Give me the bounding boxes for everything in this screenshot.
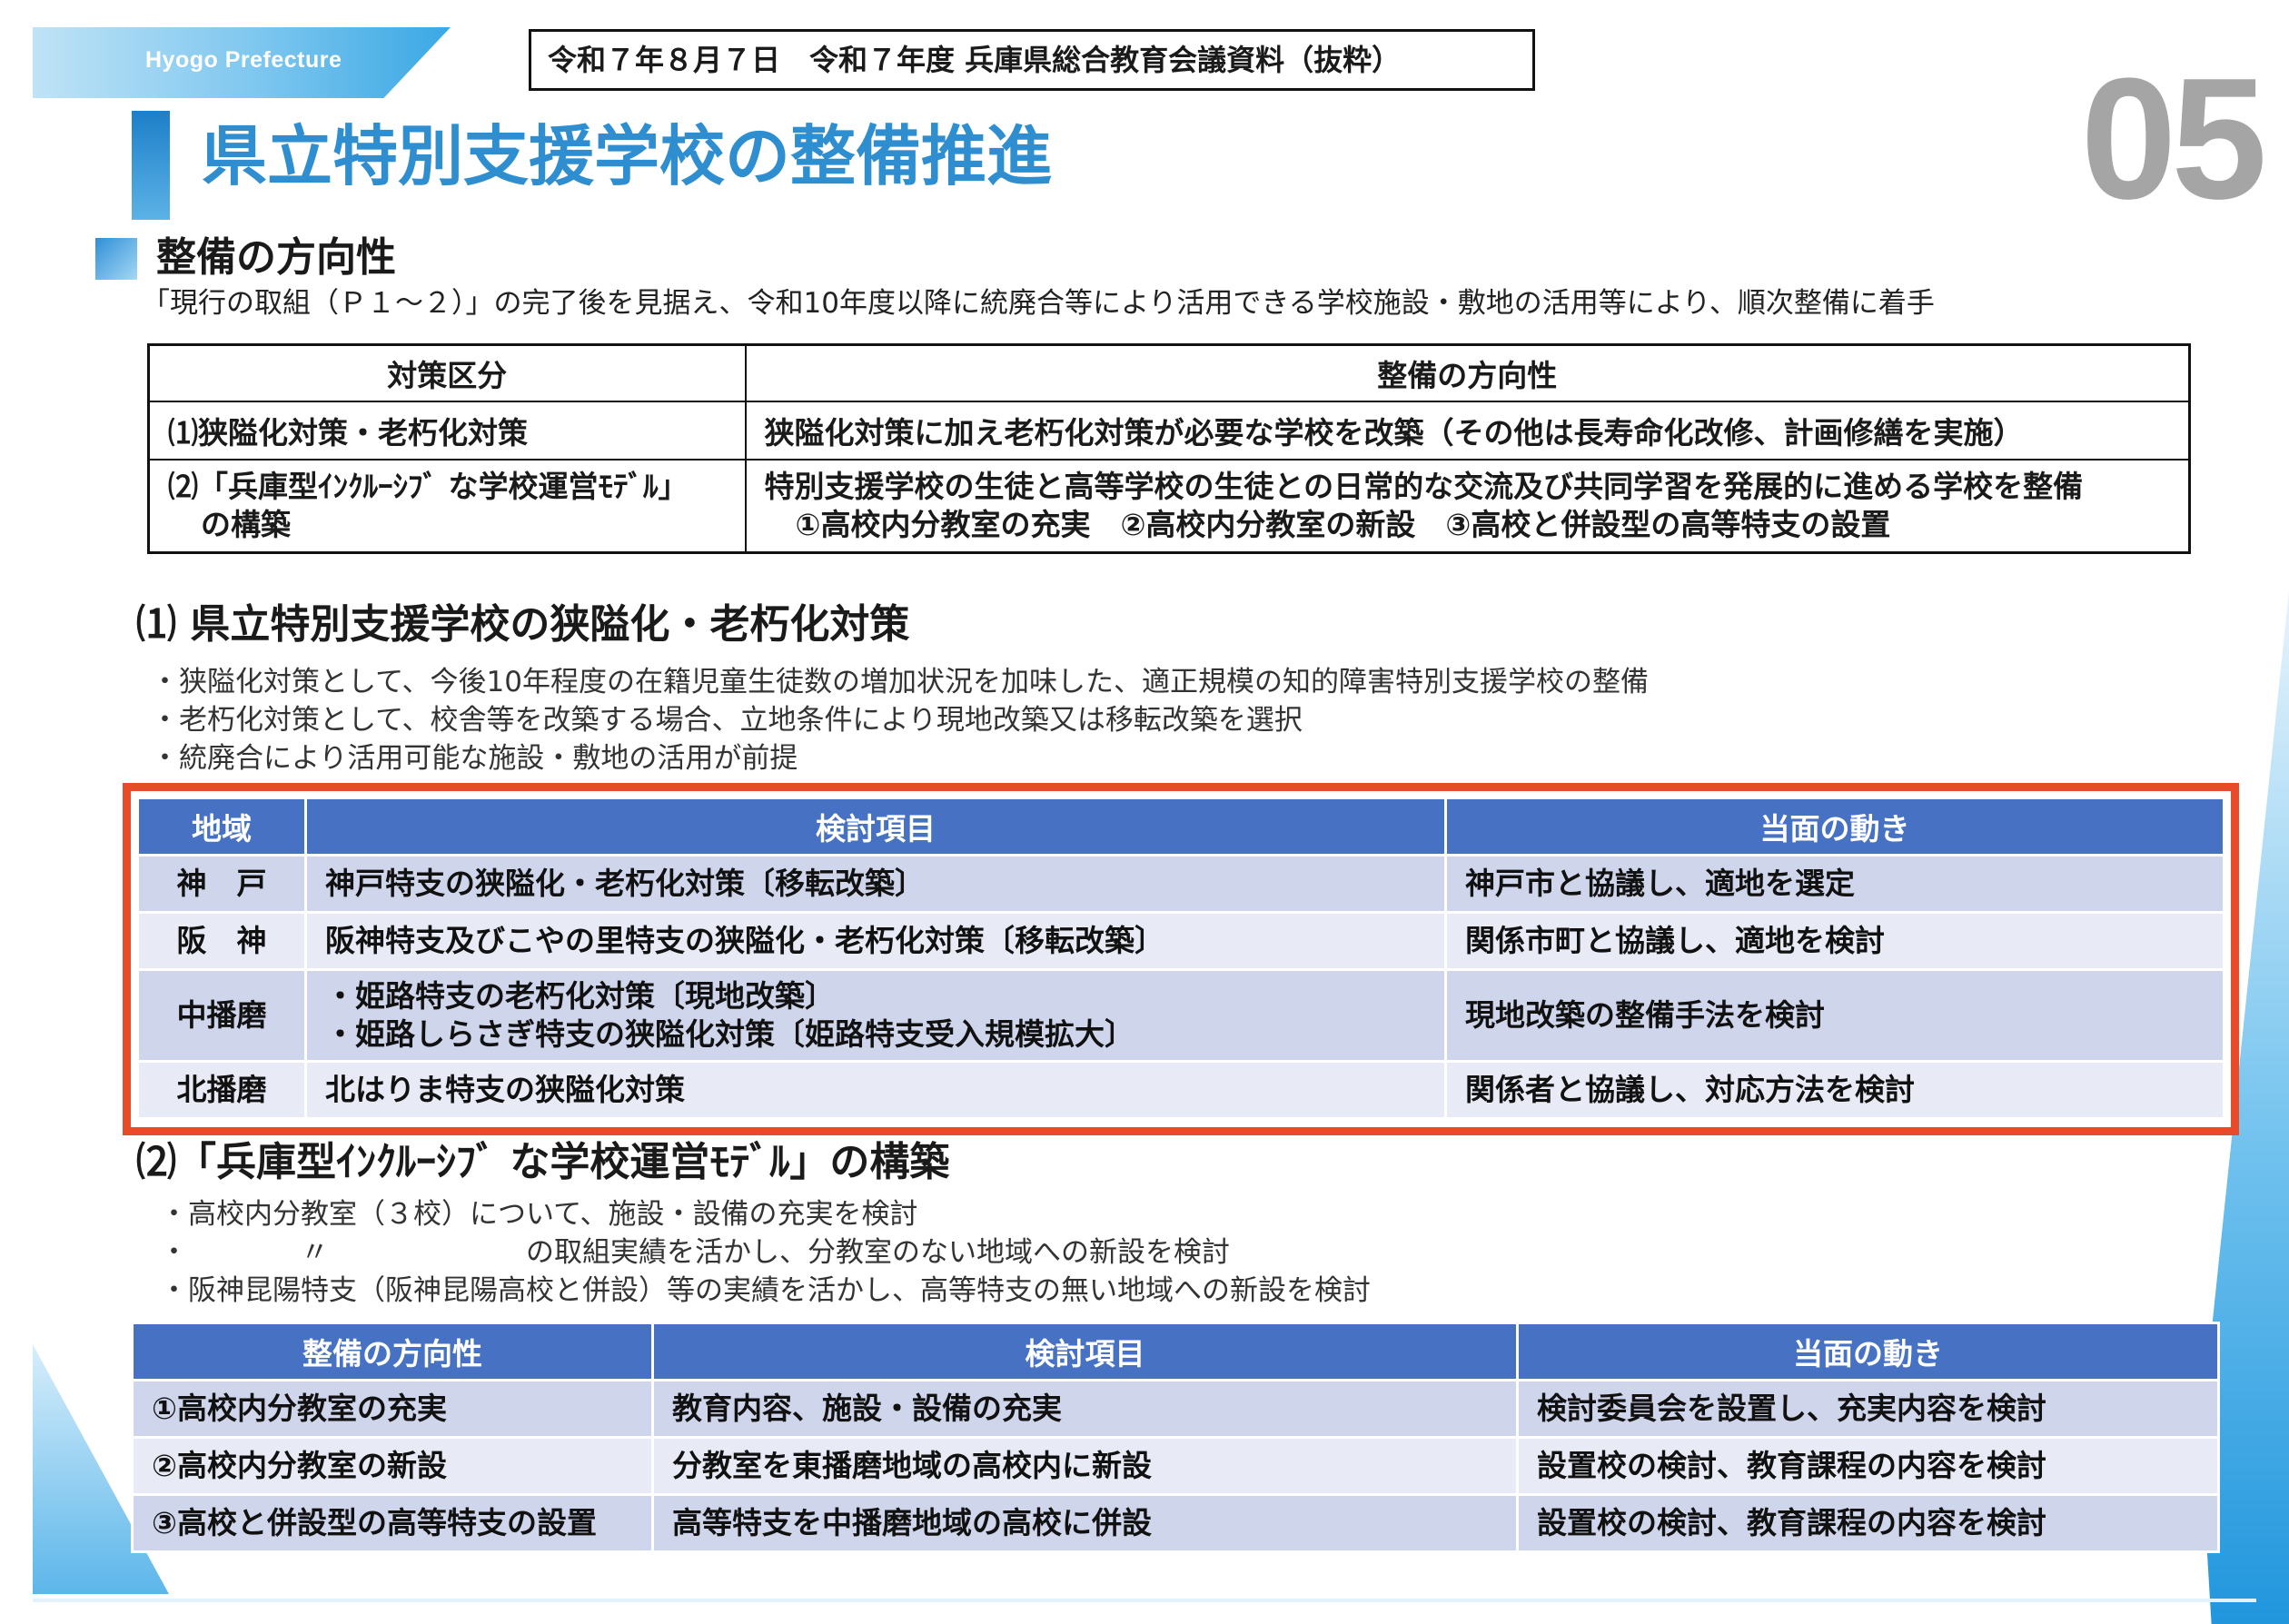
region-cell: 北播磨 (136, 1060, 307, 1120)
item-cell: 教育内容、施設・設備の充実 (651, 1379, 1519, 1439)
cell-line: ⑵「兵庫型ｲﾝｸﾙｰｼﾌﾞ な学校運営ﾓﾃﾞﾙ」 (168, 469, 689, 504)
action-cell: 現地改築の整備手法を検討 (1444, 968, 2225, 1063)
region-cell: 中播磨 (136, 968, 307, 1063)
section2-heading: ⑵「兵庫型ｲﾝｸﾙｰｼﾌﾞ な学校運営ﾓﾃﾞﾙ」の構築 (136, 1139, 950, 1185)
column-header: 整備の方向性 (131, 1322, 654, 1381)
column-header: 検討項目 (651, 1322, 1519, 1381)
table-cell: 狭隘化対策に加え老朽化対策が必要な学校を改築（その他は長寿命化改修、計画修繕を実… (744, 401, 2191, 460)
table-cell: 特別支援学校の生徒と高等学校の生徒との日常的な交流及び共同学習を発展的に進める学… (744, 459, 2191, 554)
table-row: 中播磨 ・姫路特支の老朽化対策〔現地改築〕 ・姫路しらさぎ特支の狭隘化対策〔姫路… (136, 968, 2225, 1063)
section1-bullet: ・老朽化対策として、校舎等を改築する場合、立地条件により現地改築又は移転改築を選… (151, 704, 1303, 737)
direction-heading: 整備の方向性 (156, 234, 396, 281)
action-cell: 設置校の検討、教育課程の内容を検討 (1516, 1493, 2220, 1553)
section1-bullet: ・統廃合により活用可能な施設・敷地の活用が前提 (151, 742, 798, 775)
cell-line: 特別支援学校の生徒と高等学校の生徒との日常的な交流及び共同学習を発展的に進める学… (764, 469, 2084, 504)
item-cell: 高等特支を中播磨地域の高校に併設 (651, 1493, 1519, 1553)
action-cell: 関係者と協議し、対応方法を検討 (1444, 1060, 2225, 1120)
title-accent-bar (132, 111, 170, 220)
direction-cell: ③高校と併設型の高等特支の設置 (131, 1493, 654, 1553)
cell-line: ・姫路しらさぎ特支の狭隘化対策〔姫路特支受入規模拡大〕 (325, 1016, 1135, 1052)
table-row: ①高校内分教室の充実 教育内容、施設・設備の充実 検討委員会を設置し、充実内容を… (131, 1379, 2220, 1439)
cell-line: の構築 (201, 507, 291, 542)
table-row: ③高校と併設型の高等特支の設置 高等特支を中播磨地域の高校に併設 設置校の検討、… (131, 1493, 2220, 1553)
direction-table: 対策区分 整備の方向性 ⑴狭隘化対策・老朽化対策 狭隘化対策に加え老朽化対策が必… (147, 343, 2191, 554)
table-header-row: 対策区分 整備の方向性 (147, 343, 2191, 402)
column-header: 当面の動き (1516, 1322, 2220, 1381)
table-header-row: 地域 検討項目 当面の動き (136, 797, 2225, 857)
table-row: 北播磨 北はりま特支の狭隘化対策 関係者と協議し、対応方法を検討 (136, 1060, 2225, 1120)
table-row: ⑴狭隘化対策・老朽化対策 狭隘化対策に加え老朽化対策が必要な学校を改築（その他は… (147, 401, 2191, 460)
table-row: 阪 神 阪神特支及びこやの里特支の狭隘化・老朽化対策〔移転改築〕 関係市町と協議… (136, 911, 2225, 971)
page-title: 県立特別支援学校の整備推進 (202, 118, 1053, 194)
section1-heading: ⑴ 県立特別支援学校の狭隘化・老朽化対策 (136, 601, 910, 648)
region-cell: 阪 神 (136, 911, 307, 971)
direction-cell: ①高校内分教室の充実 (131, 1379, 654, 1439)
table-row: ②高校内分教室の新設 分教室を東播磨地域の高校内に新設 設置校の検討、教育課程の… (131, 1436, 2220, 1496)
table-cell: ⑴狭隘化対策・老朽化対策 (147, 401, 747, 460)
section2-bullet: ・高校内分教室（３校）について、施設・設備の充実を検討 (160, 1198, 918, 1231)
item-cell: 北はりま特支の狭隘化対策 (304, 1060, 1447, 1120)
cell-line: ・姫路特支の老朽化対策〔現地改築〕 (325, 978, 835, 1014)
column-header: 整備の方向性 (744, 343, 2191, 402)
item-cell: 阪神特支及びこやの里特支の狭隘化・老朽化対策〔移転改築〕 (304, 911, 1447, 971)
item-cell: 分教室を東播磨地域の高校内に新設 (651, 1436, 1519, 1496)
action-cell: 設置校の検討、教育課程の内容を検討 (1516, 1436, 2220, 1496)
direction-description: 「現行の取組（Ｐ１～２）」の完了後を見据え、令和10年度以降に統廃合等により活用… (142, 287, 1935, 320)
section1-bullet: ・狭隘化対策として、今後10年程度の在籍児童生徒数の増加状況を加味した、適正規模… (151, 666, 1649, 698)
item-cell: ・姫路特支の老朽化対策〔現地改築〕 ・姫路しらさぎ特支の狭隘化対策〔姫路特支受入… (304, 968, 1447, 1063)
region-cell: 神 戸 (136, 854, 307, 914)
action-cell: 関係市町と協議し、適地を検討 (1444, 911, 2225, 971)
square-bullet-icon (95, 238, 137, 280)
model-table: 整備の方向性 検討項目 当面の動き ①高校内分教室の充実 教育内容、施設・設備の… (131, 1322, 2220, 1553)
direction-cell: ②高校内分教室の新設 (131, 1436, 654, 1496)
cell-line: ①高校内分教室の充実 ②高校内分教室の新設 ③高校と併設型の高等特支の設置 (795, 507, 1891, 542)
column-header: 対策区分 (147, 343, 747, 402)
column-header: 検討項目 (304, 797, 1447, 857)
bottom-rule (33, 1599, 2256, 1602)
action-cell: 神戸市と協議し、適地を選定 (1444, 854, 2225, 914)
region-table: 地域 検討項目 当面の動き 神 戸 神戸特支の狭隘化・老朽化対策〔移転改築〕 神… (136, 797, 2225, 1120)
section2-bullet: ・阪神昆陽特支（阪神昆陽高校と併設）等の実績を活かし、高等特支の無い地域への新設… (160, 1274, 1371, 1307)
page-number: 05 (2080, 43, 2267, 235)
column-header: 地域 (136, 797, 307, 857)
date-line: 令和７年８月７日 令和７年度 兵庫県総合教育会議資料（抜粋） (529, 29, 1535, 91)
section2-bullet: ・ 〃 の取組実績を活かし、分教室のない地域への新設を検討 (160, 1236, 1230, 1269)
table-row: 神 戸 神戸特支の狭隘化・老朽化対策〔移転改築〕 神戸市と協議し、適地を選定 (136, 854, 2225, 914)
column-header: 当面の動き (1444, 797, 2225, 857)
item-cell: 神戸特支の狭隘化・老朽化対策〔移転改築〕 (304, 854, 1447, 914)
action-cell: 検討委員会を設置し、充実内容を検討 (1516, 1379, 2220, 1439)
prefecture-tag: Hyogo Prefecture (145, 47, 342, 73)
table-header-row: 整備の方向性 検討項目 当面の動き (131, 1322, 2220, 1381)
table-row: ⑵「兵庫型ｲﾝｸﾙｰｼﾌﾞ な学校運営ﾓﾃﾞﾙ」 の構築 特別支援学校の生徒と高… (147, 459, 2191, 554)
table-cell: ⑵「兵庫型ｲﾝｸﾙｰｼﾌﾞ な学校運営ﾓﾃﾞﾙ」 の構築 (147, 459, 747, 554)
